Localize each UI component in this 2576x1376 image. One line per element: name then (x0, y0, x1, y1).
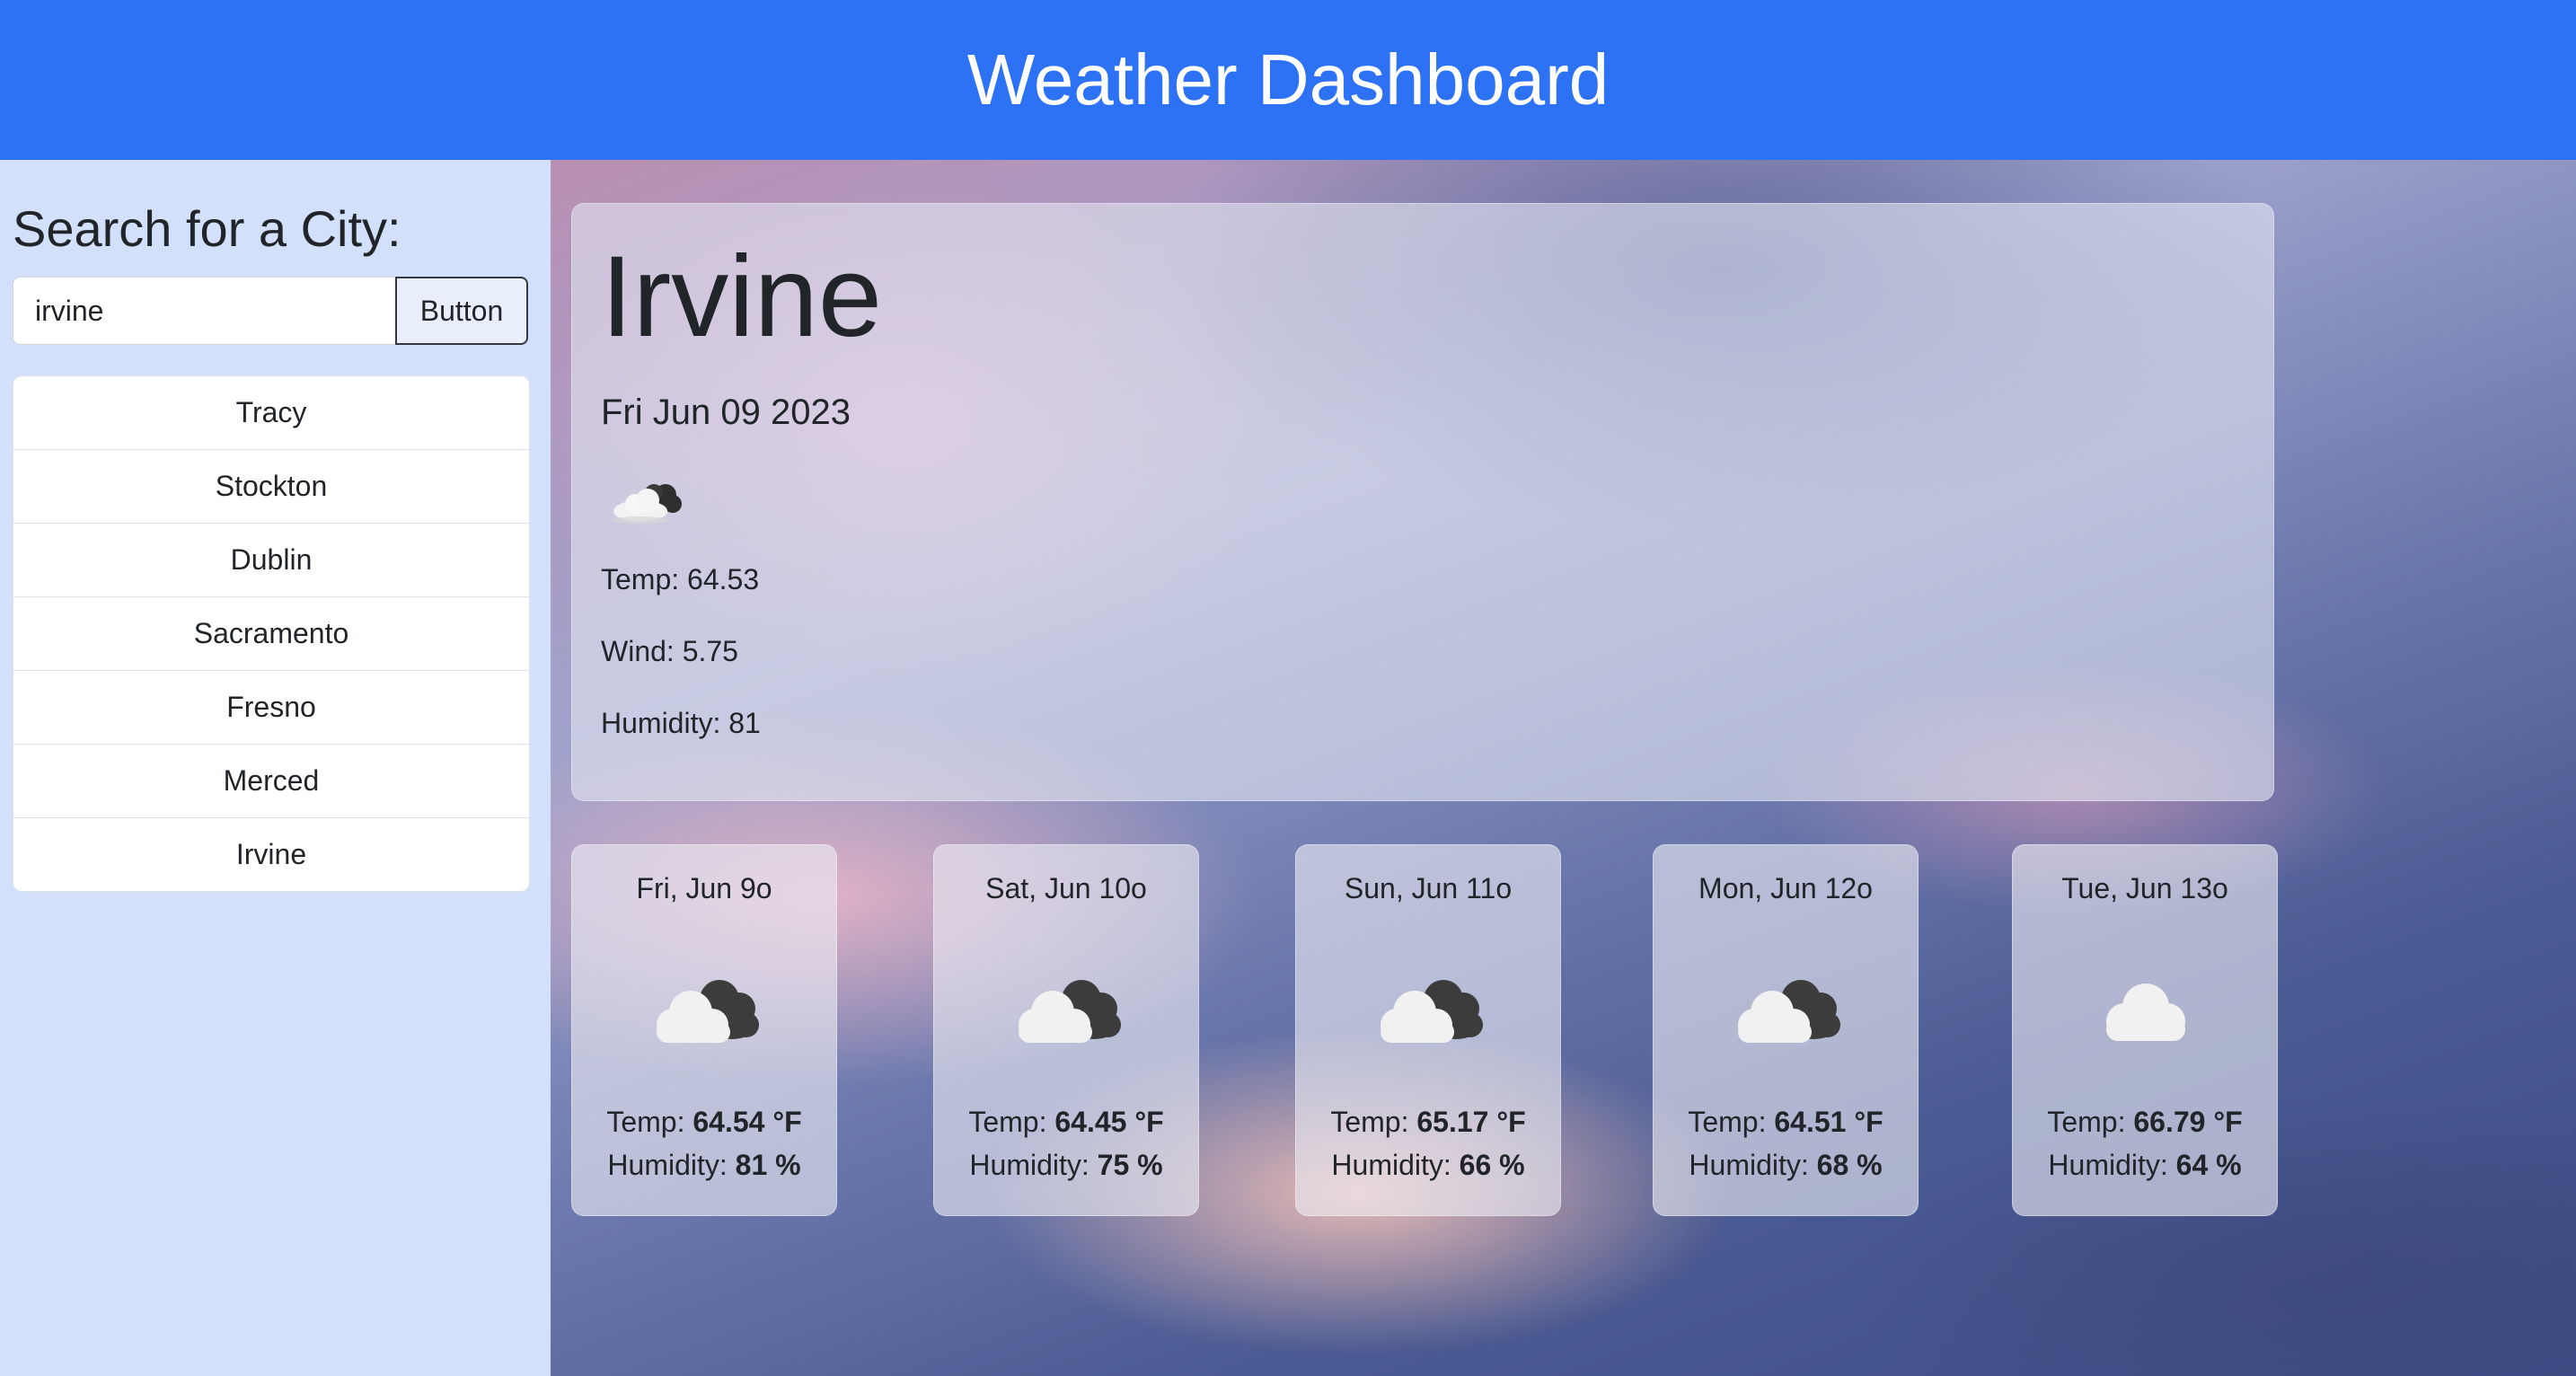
forecast-date: Sun, Jun 11o (1344, 872, 1513, 904)
broken-clouds-icon (1738, 980, 1840, 1043)
forecast-humidity-label: Humidity: (607, 1149, 736, 1181)
broken-clouds-icon (1381, 980, 1483, 1043)
current-humidity: Humidity: 81 (601, 707, 761, 739)
city-search-input[interactable] (13, 277, 395, 345)
forecast-card: Fri, Jun 9o Temp: 64.54 °F Humidity: 81 … (571, 844, 837, 1216)
forecast-humidity-label: Humidity: (2048, 1149, 2176, 1181)
search-button[interactable]: Button (395, 277, 528, 345)
current-weather-card: Irvine Fri Jun 09 2023 Temp: 64.53 Wind:… (571, 203, 2274, 801)
forecast-card: Tue, Jun 13o Temp: 66.79 °F Humidity: 64… (2012, 844, 2278, 1216)
current-city-name: Irvine (601, 233, 882, 361)
history-item-tracy[interactable]: Tracy (13, 376, 529, 450)
forecast-humidity-label: Humidity: (969, 1149, 1098, 1181)
forecast-humidity: 75 % (1097, 1149, 1163, 1181)
forecast-humidity: 81 % (735, 1149, 801, 1181)
forecast-temp: 65.17 °F (1416, 1106, 1526, 1138)
search-heading: Search for a City: (13, 200, 401, 257)
forecast-temp-label: Temp: (1330, 1106, 1417, 1138)
forecast-card: Sat, Jun 10o Temp: 64.45 °F Humidity: 75… (933, 844, 1199, 1216)
forecast-date: Mon, Jun 12o (1698, 872, 1873, 904)
forecast-humidity-label: Humidity: (1689, 1149, 1817, 1181)
history-item-fresno[interactable]: Fresno (13, 671, 529, 745)
app-title: Weather Dashboard (966, 40, 1610, 119)
current-date: Fri Jun 09 2023 (601, 393, 851, 432)
forecast-temp-label: Temp: (2047, 1106, 2134, 1138)
current-temp: Temp: 64.53 (601, 563, 760, 595)
history-item-merced[interactable]: Merced (13, 745, 529, 818)
history-item-irvine[interactable]: Irvine (13, 818, 529, 891)
forecast-humidity: 66 % (1459, 1149, 1525, 1181)
history-item-sacramento[interactable]: Sacramento (13, 597, 529, 671)
forecast-temp-label: Temp: (1688, 1106, 1775, 1138)
current-wind: Wind: 5.75 (601, 635, 738, 667)
forecast-card: Sun, Jun 11o Temp: 65.17 °F Humidity: 66… (1295, 844, 1561, 1216)
search-form: Button (13, 277, 528, 345)
search-history-list: Tracy Stockton Dublin Sacramento Fresno … (13, 375, 530, 892)
cloud-icon (2106, 983, 2185, 1041)
forecast-card: Mon, Jun 12o Temp: 64.51 °F Humidity: 68… (1653, 844, 1919, 1216)
forecast-temp-label: Temp: (606, 1106, 693, 1138)
forecast-date: Tue, Jun 13o (2061, 872, 2228, 904)
forecast-temp: 64.54 °F (693, 1106, 802, 1138)
history-item-dublin[interactable]: Dublin (13, 524, 529, 597)
forecast-humidity: 68 % (1816, 1149, 1883, 1181)
forecast-temp: 64.45 °F (1054, 1106, 1164, 1138)
broken-clouds-icon (1019, 980, 1121, 1043)
forecast-date: Sat, Jun 10o (985, 872, 1147, 904)
app-header: Weather Dashboard (0, 0, 2576, 160)
forecast-humidity: 64 % (2175, 1149, 2242, 1181)
forecast-temp: 64.51 °F (1774, 1106, 1883, 1138)
forecast-humidity-label: Humidity: (1331, 1149, 1460, 1181)
forecast-temp: 66.79 °F (2133, 1106, 2243, 1138)
broken-clouds-icon (657, 980, 759, 1043)
partly-cloudy-night-icon (612, 484, 682, 524)
history-item-stockton[interactable]: Stockton (13, 450, 529, 524)
forecast-date: Fri, Jun 9o (636, 872, 772, 904)
forecast-temp-label: Temp: (968, 1106, 1055, 1138)
